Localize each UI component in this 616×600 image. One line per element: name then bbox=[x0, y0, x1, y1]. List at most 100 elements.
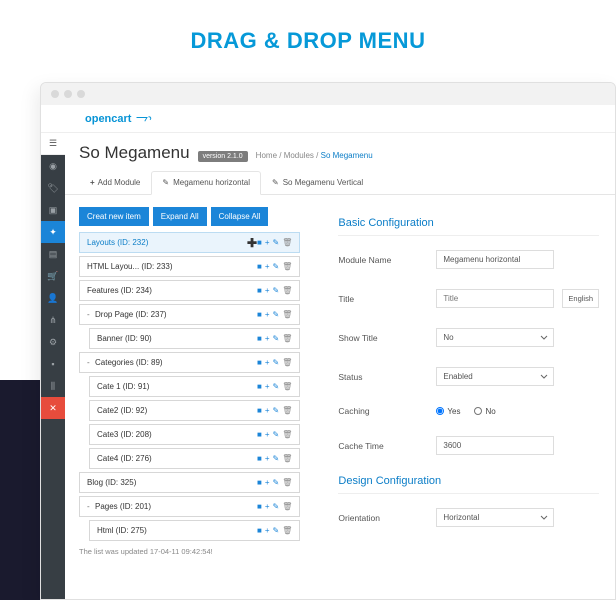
catalog-icon[interactable]: 🏷 bbox=[41, 177, 65, 199]
drag-handle-icon[interactable]: ✚ bbox=[247, 239, 257, 247]
tree-node[interactable]: - Categories (ID: 89)■+✎🗑 bbox=[79, 352, 300, 373]
delete-icon[interactable]: 🗑 bbox=[282, 526, 292, 535]
tab-megamenu-vertical[interactable]: ✎So Megamenu Vertical bbox=[261, 171, 374, 194]
tree-node[interactable]: Layouts (ID: 232)✚■+✎🗑 bbox=[79, 232, 300, 253]
delete-icon[interactable]: 🗑 bbox=[282, 358, 292, 367]
module-name-input[interactable] bbox=[436, 250, 554, 269]
edit-icon[interactable]: ✎ bbox=[273, 334, 280, 343]
caching-no-radio[interactable]: No bbox=[474, 407, 495, 416]
delete-icon[interactable]: 🗑 bbox=[282, 430, 292, 439]
add-child-icon[interactable]: + bbox=[265, 238, 270, 247]
tree-node[interactable]: Cate3 (ID: 208)■+✎🗑 bbox=[89, 424, 300, 445]
add-icon[interactable]: ■ bbox=[257, 454, 262, 463]
add-icon[interactable]: ■ bbox=[257, 478, 262, 487]
tree-node[interactable]: Features (ID: 234)■+✎🗑 bbox=[79, 280, 300, 301]
add-child-icon[interactable]: + bbox=[265, 310, 270, 319]
design-icon[interactable]: ✦ bbox=[41, 221, 65, 243]
add-icon[interactable]: ■ bbox=[257, 262, 262, 271]
edit-icon[interactable]: ✎ bbox=[273, 502, 280, 511]
tree-node[interactable]: HTML Layou... (ID: 233)■+✎🗑 bbox=[79, 256, 300, 277]
delete-icon[interactable]: 🗑 bbox=[282, 334, 292, 343]
page-title-row: So Megamenu version 2.1.0 Home / Modules… bbox=[65, 133, 615, 171]
tree-node[interactable]: Cate4 (ID: 276)■+✎🗑 bbox=[89, 448, 300, 469]
edit-icon[interactable]: ✎ bbox=[273, 358, 280, 367]
edit-icon[interactable]: ✎ bbox=[273, 286, 280, 295]
delete-icon[interactable]: 🗑 bbox=[282, 478, 292, 487]
add-child-icon[interactable]: + bbox=[265, 358, 270, 367]
delete-icon[interactable]: 🗑 bbox=[282, 502, 292, 511]
add-icon[interactable]: ■ bbox=[257, 310, 262, 319]
collapse-all-button[interactable]: Collapse All bbox=[211, 207, 269, 226]
delete-icon[interactable]: 🗑 bbox=[282, 406, 292, 415]
dashboard-icon[interactable]: ◉ bbox=[41, 155, 65, 177]
show-title-select[interactable]: No bbox=[436, 328, 554, 347]
edit-icon[interactable]: ✎ bbox=[273, 406, 280, 415]
add-icon[interactable]: ■ bbox=[257, 334, 262, 343]
edit-icon[interactable]: ✎ bbox=[273, 454, 280, 463]
add-icon[interactable]: ■ bbox=[257, 526, 262, 535]
edit-icon[interactable]: ✎ bbox=[273, 310, 280, 319]
edit-icon[interactable]: ✎ bbox=[273, 430, 280, 439]
edit-icon[interactable]: ✎ bbox=[273, 238, 280, 247]
delete-icon[interactable]: 🗑 bbox=[282, 310, 292, 319]
add-icon[interactable]: ■ bbox=[257, 502, 262, 511]
caching-yes-radio[interactable]: Yes bbox=[436, 407, 460, 416]
tree-node[interactable]: - Drop Page (ID: 237)■+✎🗑 bbox=[79, 304, 300, 325]
pencil-icon: ✎ bbox=[272, 178, 279, 187]
status-select[interactable]: Enabled bbox=[436, 367, 554, 386]
show-title-label: Show Title bbox=[338, 333, 428, 343]
add-child-icon[interactable]: + bbox=[265, 454, 270, 463]
add-child-icon[interactable]: + bbox=[265, 406, 270, 415]
add-child-icon[interactable]: + bbox=[265, 430, 270, 439]
expand-all-button[interactable]: Expand All bbox=[153, 207, 207, 226]
close-icon[interactable]: ✕ bbox=[41, 397, 65, 419]
add-child-icon[interactable]: + bbox=[265, 382, 270, 391]
tree-node[interactable]: Html (ID: 275)■+✎🗑 bbox=[89, 520, 300, 541]
add-module-tab[interactable]: Add Module bbox=[79, 171, 151, 194]
delete-icon[interactable]: 🗑 bbox=[282, 286, 292, 295]
tree-node[interactable]: Cate 1 (ID: 91)■+✎🗑 bbox=[89, 376, 300, 397]
add-icon[interactable]: ■ bbox=[257, 382, 262, 391]
edit-icon[interactable]: ✎ bbox=[273, 526, 280, 535]
tree-node[interactable]: Banner (ID: 90)■+✎🗑 bbox=[89, 328, 300, 349]
system-icon[interactable]: ⚙ bbox=[41, 331, 65, 353]
language-button[interactable]: English bbox=[562, 289, 599, 308]
sidebar-toggle-icon[interactable]: ☰ bbox=[41, 133, 65, 155]
tree-node[interactable]: - Pages (ID: 201)■+✎🗑 bbox=[79, 496, 300, 517]
cache-time-input[interactable] bbox=[436, 436, 554, 455]
create-new-item-button[interactable]: Creat new item bbox=[79, 207, 149, 226]
share-icon[interactable]: ⋔ bbox=[41, 309, 65, 331]
edit-icon[interactable]: ✎ bbox=[273, 262, 280, 271]
tree-node[interactable]: Cate2 (ID: 92)■+✎🗑 bbox=[89, 400, 300, 421]
add-icon[interactable]: ■ bbox=[257, 358, 262, 367]
stats-icon[interactable]: ⫼ bbox=[41, 375, 65, 397]
delete-icon[interactable]: 🗑 bbox=[282, 238, 292, 247]
title-input[interactable] bbox=[436, 289, 554, 308]
add-child-icon[interactable]: + bbox=[265, 478, 270, 487]
add-child-icon[interactable]: + bbox=[265, 526, 270, 535]
extensions-icon[interactable]: ▣ bbox=[41, 199, 65, 221]
reports-icon[interactable]: ▪ bbox=[41, 353, 65, 375]
edit-icon[interactable]: ✎ bbox=[273, 478, 280, 487]
add-icon[interactable]: ■ bbox=[257, 238, 262, 247]
add-child-icon[interactable]: + bbox=[265, 262, 270, 271]
orientation-select[interactable]: Horizontal bbox=[436, 508, 554, 527]
add-icon[interactable]: ■ bbox=[257, 430, 262, 439]
bg-decoration bbox=[0, 380, 40, 600]
delete-icon[interactable]: 🗑 bbox=[282, 454, 292, 463]
tab-megamenu-horizontal[interactable]: ✎Megamenu horizontal bbox=[151, 171, 261, 195]
delete-icon[interactable]: 🗑 bbox=[282, 262, 292, 271]
edit-icon[interactable]: ✎ bbox=[273, 382, 280, 391]
tree-node[interactable]: Blog (ID: 325)■+✎🗑 bbox=[79, 472, 300, 493]
add-child-icon[interactable]: + bbox=[265, 286, 270, 295]
add-icon[interactable]: ■ bbox=[257, 286, 262, 295]
delete-icon[interactable]: 🗑 bbox=[282, 382, 292, 391]
breadcrumb-current[interactable]: So Megamenu bbox=[321, 151, 373, 160]
add-child-icon[interactable]: + bbox=[265, 502, 270, 511]
add-child-icon[interactable]: + bbox=[265, 334, 270, 343]
marketing-icon[interactable]: 👤 bbox=[41, 287, 65, 309]
customers-icon[interactable]: 🛒 bbox=[41, 265, 65, 287]
sales-icon[interactable]: ▤ bbox=[41, 243, 65, 265]
add-icon[interactable]: ■ bbox=[257, 406, 262, 415]
sidebar-nav: ☰ ◉ 🏷 ▣ ✦ ▤ 🛒 👤 ⋔ ⚙ ▪ ⫼ ✕ bbox=[41, 133, 65, 599]
